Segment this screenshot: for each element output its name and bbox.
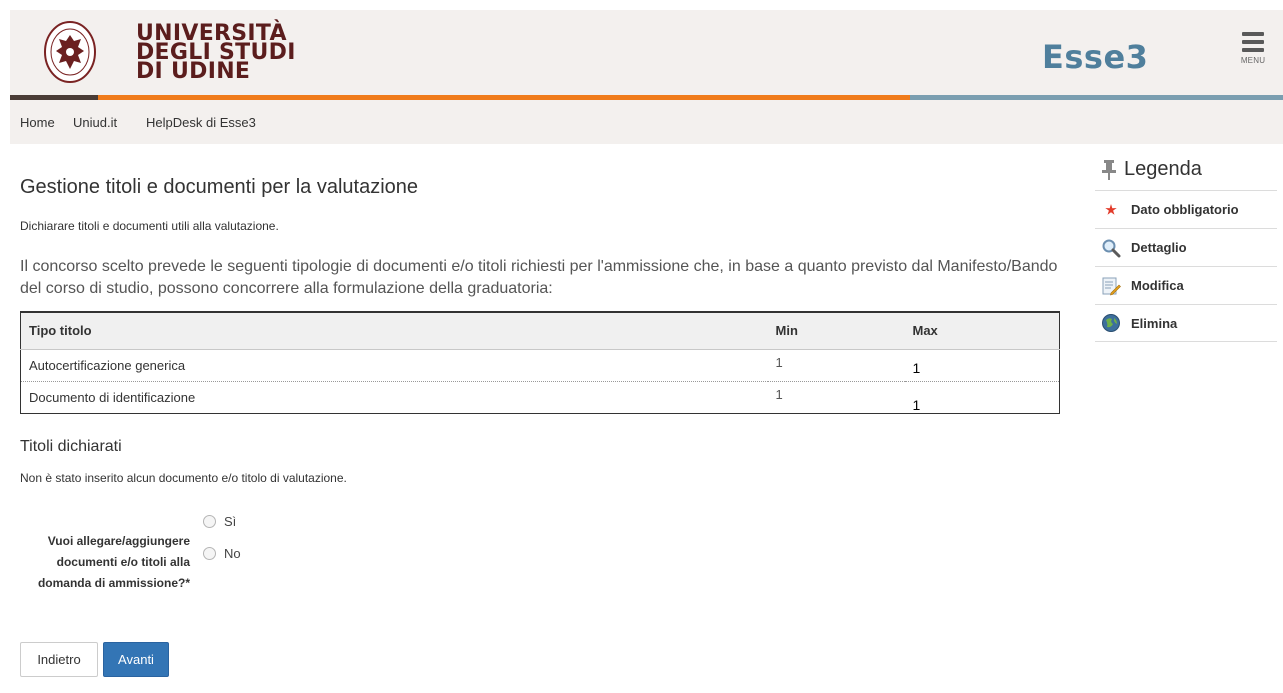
declared-empty-message: Non è stato inserito alcun documento e/o…	[20, 471, 347, 485]
legend-title-text: Legenda	[1124, 158, 1202, 180]
column-header-tipo: Tipo titolo	[20, 311, 768, 350]
breadcrumb: Home Uniud.it HelpDesk di Esse3	[10, 100, 1283, 144]
radio-option-no[interactable]: No	[203, 546, 241, 561]
declared-section-title: Titoli dichiarati	[20, 438, 122, 455]
asterisk-icon	[1101, 200, 1121, 220]
university-logo-text[interactable]: UNIVERSITÀ DEGLI STUDI DI UDINE	[136, 23, 296, 83]
magnifier-icon	[1101, 238, 1121, 258]
attach-question-label: Vuoi allegare/aggiungere documenti e/o t…	[37, 534, 190, 590]
legend-item-required: Dato obbligatorio	[1095, 190, 1277, 228]
page-intro: Dichiarare titoli e documenti utili alla…	[20, 219, 279, 233]
next-button[interactable]: Avanti	[103, 642, 169, 677]
edit-icon	[1101, 276, 1121, 296]
page-lead: Il concorso scelto prevede le seguenti t…	[20, 258, 1058, 297]
title-types-table: Tipo titolo Min Max Autocertificazione g…	[20, 311, 1060, 414]
legend-title: Legenda	[1100, 158, 1202, 181]
menu-label: MENU	[1240, 56, 1266, 65]
radio-option-si[interactable]: Sì	[203, 514, 236, 529]
legend-label-delete: Elimina	[1131, 315, 1178, 331]
app-name[interactable]: Esse3	[1042, 38, 1148, 76]
max-value: 1	[912, 360, 921, 376]
page-title: Gestione titoli e documenti per la valut…	[20, 176, 419, 198]
legend-label-edit: Modifica	[1131, 278, 1184, 293]
table-cell-tipo: Autocertificazione generica	[20, 349, 768, 382]
legend-item-delete: Elimina	[1095, 304, 1277, 342]
nav-link-helpdesk[interactable]: HelpDesk di Esse3	[146, 115, 256, 130]
legend-item-edit: Modifica	[1095, 266, 1277, 304]
nav-link-uniud[interactable]: Uniud.it	[73, 115, 117, 130]
legend-label-required: Dato obbligatorio	[1131, 202, 1239, 217]
table-cell-min: 1	[767, 381, 905, 414]
site-header: UNIVERSITÀ DEGLI STUDI DI UDINE Esse3 ME…	[10, 10, 1283, 96]
radio-button-no[interactable]	[203, 547, 216, 560]
menu-button[interactable]: MENU	[1233, 32, 1273, 78]
legend-item-detail: Dettaglio	[1095, 228, 1277, 266]
nav-link-home[interactable]: Home	[20, 115, 55, 130]
delete-icon	[1101, 313, 1121, 333]
table-cell-min: 1	[767, 349, 905, 382]
radio-button-si[interactable]	[203, 515, 216, 528]
table-cell-max: 1	[904, 349, 1060, 382]
column-header-min: Min	[767, 311, 905, 350]
hamburger-icon-bar	[1242, 48, 1264, 52]
min-value: 1	[775, 354, 783, 370]
hamburger-icon-bar	[1242, 40, 1264, 44]
university-seal-icon	[44, 21, 96, 83]
table-cell-max: 1	[904, 381, 1060, 414]
min-value: 1	[775, 386, 783, 402]
table-row: Documento di identificazione 1 1	[20, 381, 1060, 414]
legend-label-detail: Dettaglio	[1131, 240, 1187, 255]
pin-icon	[1102, 159, 1116, 180]
table-header-row: Tipo titolo Min Max	[20, 311, 1060, 350]
table-row: Autocertificazione generica 1 1	[20, 349, 1060, 382]
radio-label-no: No	[224, 546, 241, 561]
radio-label-si: Sì	[224, 514, 237, 529]
back-button[interactable]: Indietro	[20, 642, 98, 677]
max-value: 1	[912, 397, 921, 413]
legend-list: Dato obbligatorio Dettaglio Modifica Eli…	[1095, 190, 1277, 342]
hamburger-icon	[1242, 32, 1264, 36]
column-header-max: Max	[904, 311, 1060, 350]
table-cell-tipo: Documento di identificazione	[20, 381, 768, 414]
